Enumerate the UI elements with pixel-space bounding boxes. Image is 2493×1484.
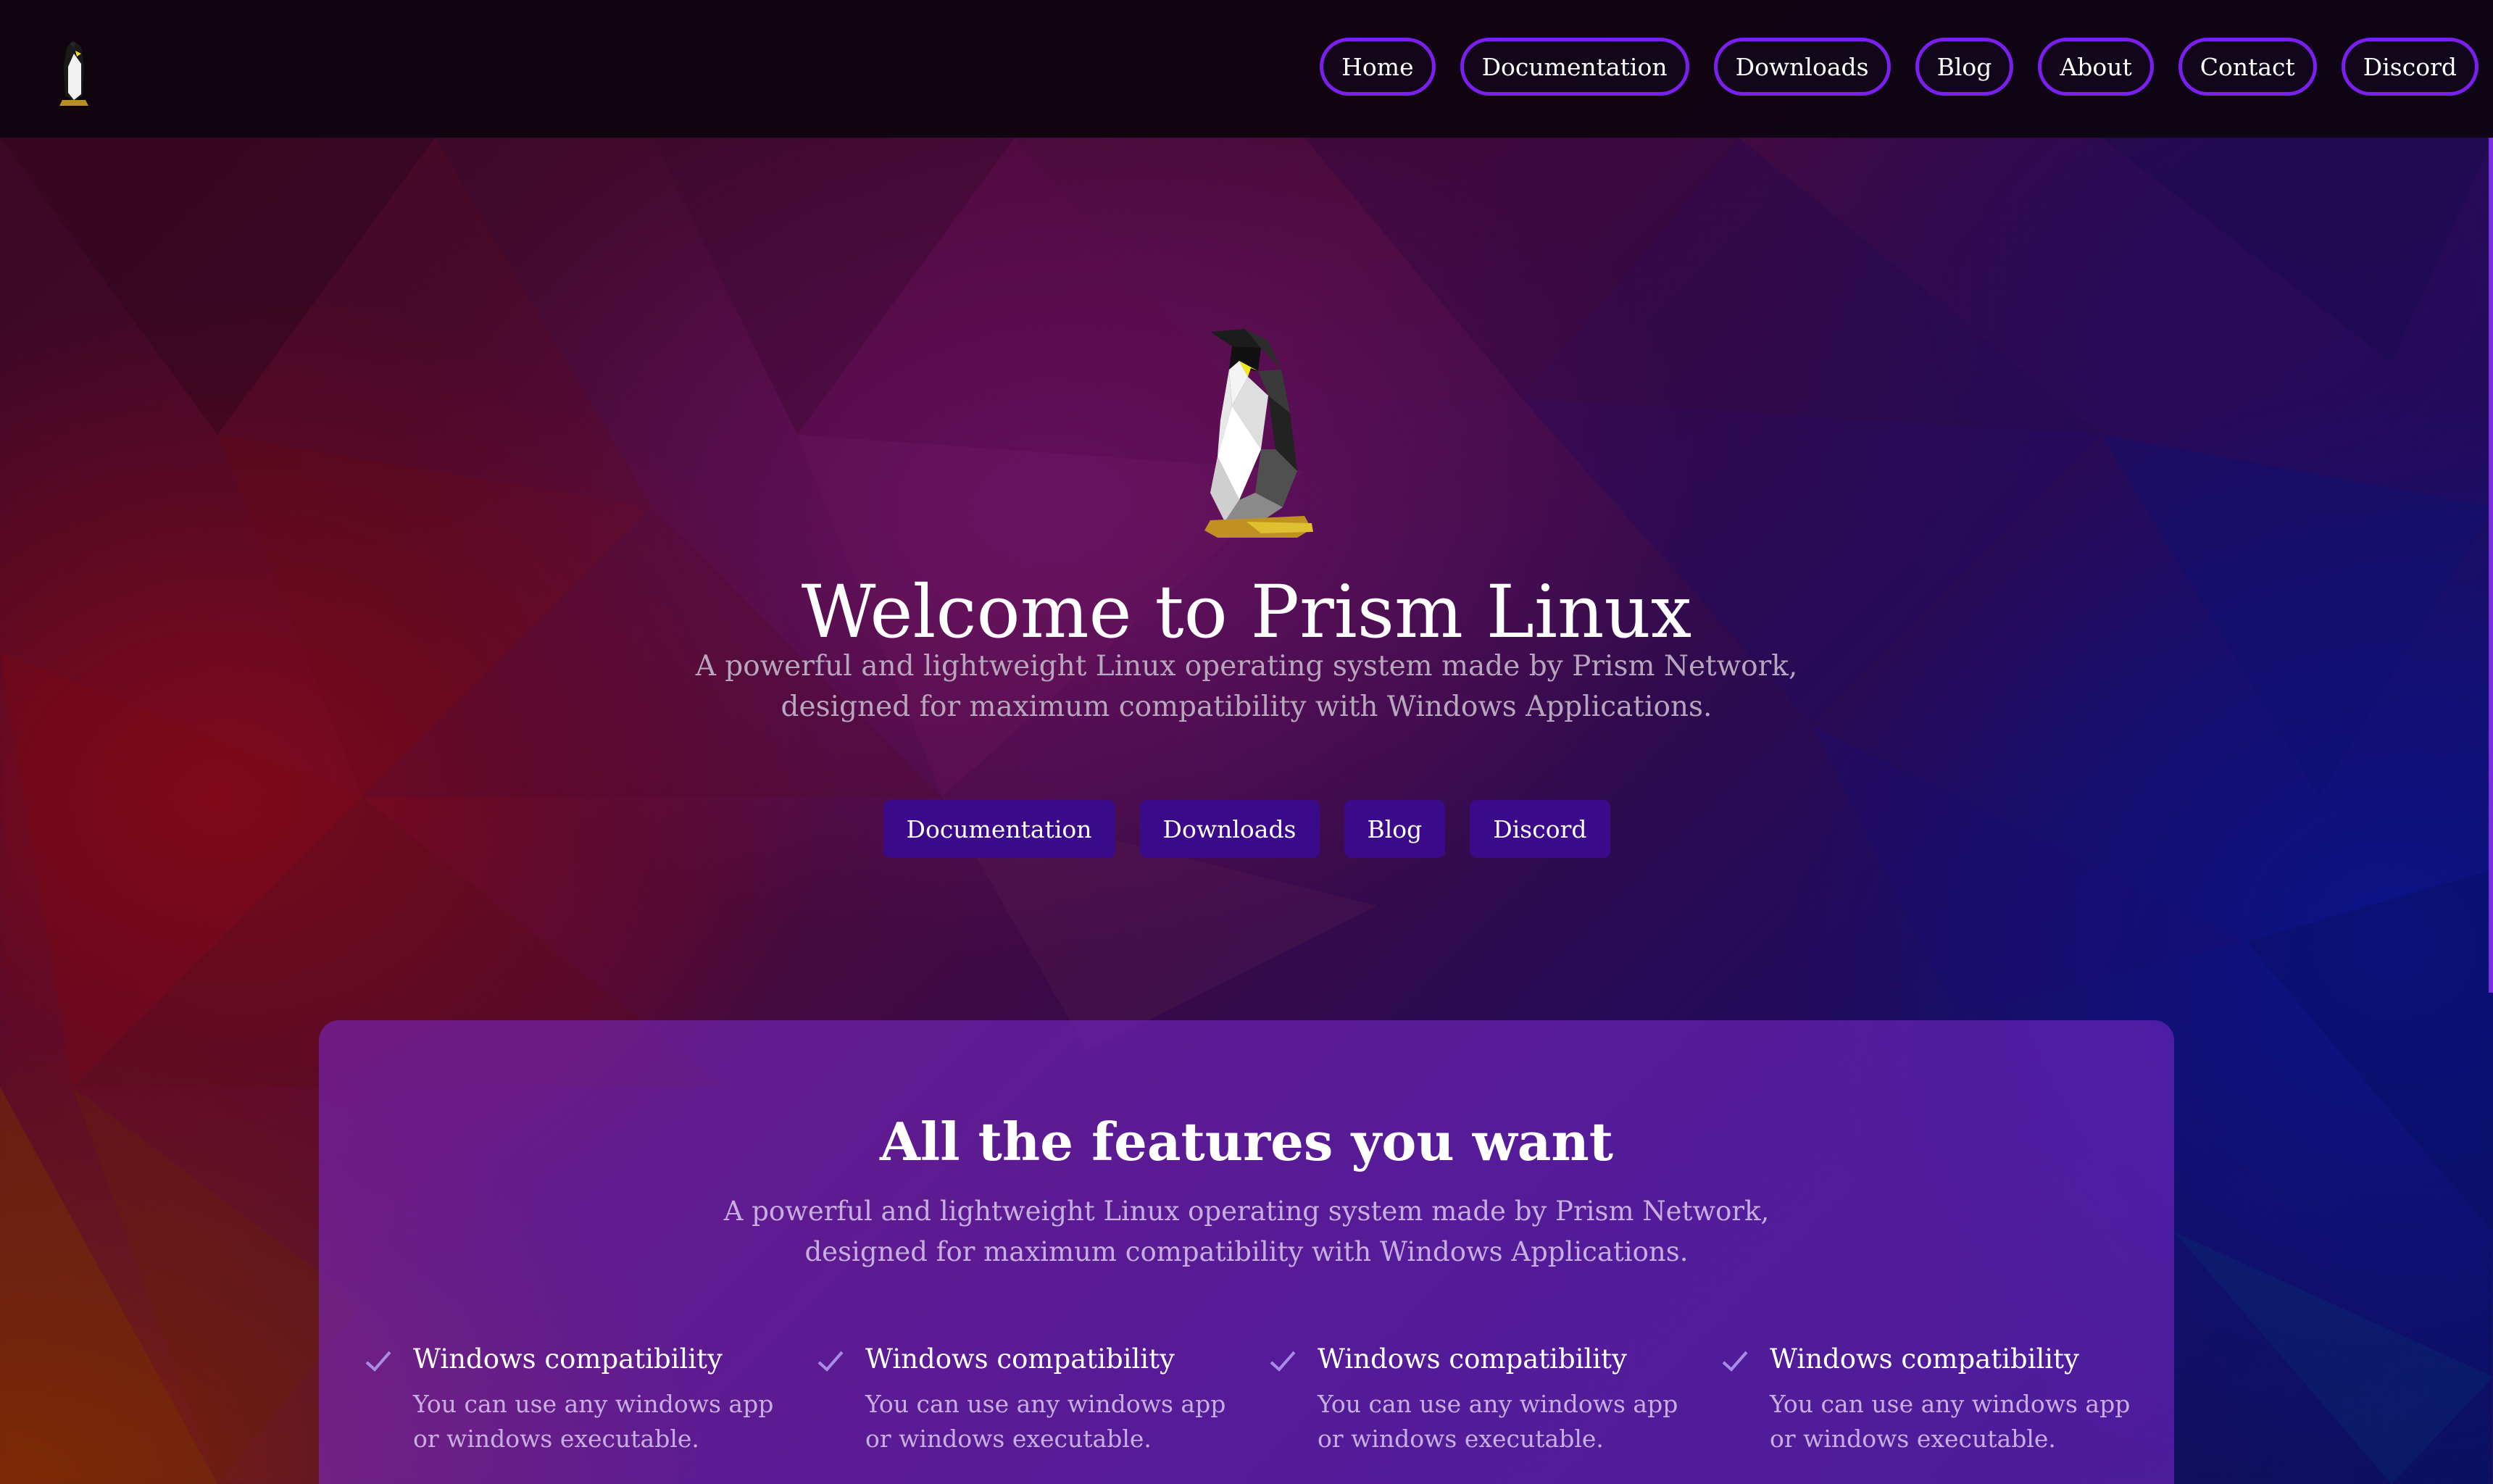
check-icon: [817, 1351, 844, 1372]
hero-subtitle-line-1: A powerful and lightweight Linux operati…: [695, 650, 1798, 683]
feature-description: You can use any windows app or windows e…: [865, 1390, 1226, 1453]
hero-documentation-button[interactable]: Documentation: [883, 800, 1115, 858]
feature-title: Windows compatibility: [413, 1343, 723, 1375]
feature-item: Windows compatibility You can use any wi…: [816, 1339, 1268, 1484]
nav-blog[interactable]: Blog: [1915, 38, 2014, 96]
nav-home[interactable]: Home: [1320, 38, 1436, 96]
feature-description: You can use any windows app or windows e…: [1770, 1390, 2131, 1453]
hero-blog-button[interactable]: Blog: [1344, 800, 1446, 858]
nav-downloads[interactable]: Downloads: [1713, 38, 1891, 96]
hero-subtitle-line-2: designed for maximum compatibility with …: [781, 691, 1712, 723]
feature-item: Windows compatibility You can use any wi…: [1268, 1339, 1720, 1484]
feature-title: Windows compatibility: [1318, 1343, 1627, 1375]
nav-contact[interactable]: Contact: [2178, 38, 2317, 96]
penguin-icon: [1204, 329, 1313, 538]
feature-description: You can use any windows app or windows e…: [1318, 1390, 1678, 1453]
hero-discord-button[interactable]: Discord: [1470, 800, 1610, 858]
hero-subtitle: A powerful and lightweight Linux operati…: [667, 646, 1826, 728]
check-icon: [1722, 1351, 1748, 1372]
hero-title: Welcome to Prism Linux: [801, 570, 1692, 654]
feature-title: Windows compatibility: [865, 1343, 1175, 1375]
check-icon: [1270, 1351, 1296, 1372]
top-navbar: Home Documentation Downloads Blog About …: [0, 0, 2493, 138]
feature-description: You can use any windows app or windows e…: [413, 1390, 774, 1453]
feature-title: Windows compatibility: [1770, 1343, 2079, 1375]
features-subtitle: A powerful and lightweight Linux operati…: [696, 1191, 1797, 1272]
features-subtitle-line-2: designed for maximum compatibility with …: [804, 1236, 1689, 1267]
nav-discord[interactable]: Discord: [2341, 38, 2479, 96]
feature-list: Windows compatibility You can use any wi…: [364, 1339, 2173, 1484]
check-icon: [365, 1351, 391, 1372]
nav-documentation[interactable]: Documentation: [1460, 38, 1689, 96]
nav-links: Home Documentation Downloads Blog About …: [1320, 38, 2479, 96]
features-panel: All the features you want A powerful and…: [319, 1020, 2174, 1484]
feature-item: Windows compatibility You can use any wi…: [1720, 1339, 2173, 1484]
penguin-icon[interactable]: [52, 38, 96, 110]
features-title: All the features you want: [879, 1111, 1613, 1172]
features-subtitle-line-1: A powerful and lightweight Linux operati…: [723, 1196, 1770, 1227]
nav-about[interactable]: About: [2038, 38, 2154, 96]
feature-item: Windows compatibility You can use any wi…: [364, 1339, 816, 1484]
scrollbar-thumb[interactable]: [2489, 138, 2493, 993]
hero-buttons: Documentation Downloads Blog Discord: [0, 800, 2493, 858]
hero-downloads-button[interactable]: Downloads: [1139, 800, 1320, 858]
